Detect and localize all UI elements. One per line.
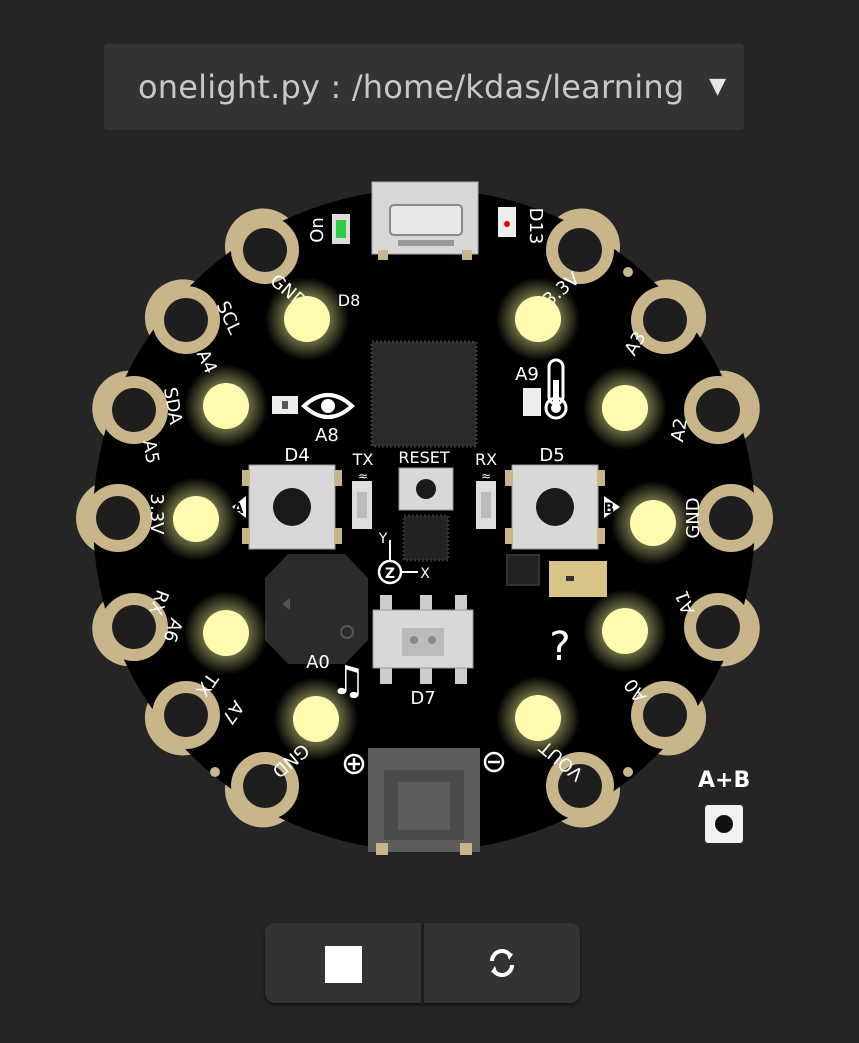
battery-connector: [368, 748, 480, 855]
neopixel-led: [515, 296, 561, 342]
reset-label: RESET: [398, 448, 449, 467]
neopixel-led: [602, 385, 648, 431]
neopixel-led: [173, 496, 219, 542]
stop-icon: [325, 946, 362, 983]
gpio-pad-hole: [709, 496, 753, 540]
microcontroller-chip: [370, 340, 478, 448]
tx-led-lens: [357, 492, 367, 518]
axis-z-label: Z: [385, 566, 395, 582]
restart-button[interactable]: [424, 923, 580, 1003]
neopixel-led: [284, 296, 330, 342]
button-a[interactable]: [242, 464, 342, 550]
speaker: [265, 554, 368, 664]
gpio-pad-hole: [643, 298, 687, 342]
wifi-icon: ≈: [481, 469, 491, 483]
neopixel-led: [203, 383, 249, 429]
button-b[interactable]: [505, 464, 605, 550]
gpio-pad-hole: [643, 693, 687, 737]
slide-switch[interactable]: [372, 595, 474, 684]
d13-led: [498, 207, 516, 237]
axis-x-label: X: [420, 566, 430, 582]
neopixel-led: [515, 695, 561, 741]
a0-speaker-label: A0: [306, 652, 330, 673]
d5-label: D5: [539, 445, 564, 466]
tx-led-label: TX: [352, 450, 374, 469]
light-sensor-window: [282, 401, 288, 409]
sensor-chip: [506, 554, 540, 586]
circuit-playground-board: On D13 A8 A9 A D4 B D5 RESET TX ≈ RX ≈ Z…: [76, 181, 773, 855]
stop-button[interactable]: [265, 923, 421, 1003]
a8-label: A8: [315, 425, 339, 446]
gpio-pad-hole: [558, 228, 602, 272]
gpio-pad-hole: [243, 228, 287, 272]
usb-connector: [371, 181, 479, 260]
axis-y-label: Y: [378, 531, 388, 547]
gpio-pad-hole: [164, 693, 208, 737]
ear-icon: ?: [549, 624, 570, 670]
ab-touch-button[interactable]: [705, 805, 743, 843]
rx-led-label: RX: [475, 450, 497, 469]
a9-label: A9: [515, 364, 539, 385]
gpio-pad-hole: [112, 388, 156, 432]
d13-label: D13: [525, 208, 546, 245]
neopixel-led: [203, 610, 249, 656]
ab-touch-dot: [715, 815, 733, 833]
d4-label: D4: [284, 445, 309, 466]
pad-label-a5: A5: [138, 438, 163, 465]
microphone-port: [566, 576, 574, 581]
wifi-icon: ≈: [358, 469, 368, 483]
gpio-pad-hole: [96, 496, 140, 540]
d7-label: D7: [410, 688, 435, 709]
reset-button[interactable]: [398, 467, 454, 511]
neopixel-led: [602, 608, 648, 654]
mount-dot: [623, 767, 633, 777]
ab-touch-label: A+B: [698, 768, 751, 793]
temp-sensor: [523, 388, 541, 416]
accelerometer-chip: [402, 514, 450, 562]
on-label: On: [307, 217, 328, 243]
microphone: [549, 561, 607, 597]
pad-label-a2: A2: [667, 416, 692, 443]
mount-dot: [623, 267, 633, 277]
run-controls: [265, 923, 580, 1003]
mount-dot: [210, 767, 220, 777]
power-led: [332, 214, 350, 244]
gpio-pad-hole: [696, 388, 740, 432]
rx-led-lens: [481, 492, 491, 518]
gpio-pad-hole: [696, 605, 740, 649]
gpio-pad-hole: [164, 298, 208, 342]
neopixel-led: [630, 500, 676, 546]
neopixel-led: [293, 696, 339, 742]
refresh-icon: [490, 949, 514, 977]
